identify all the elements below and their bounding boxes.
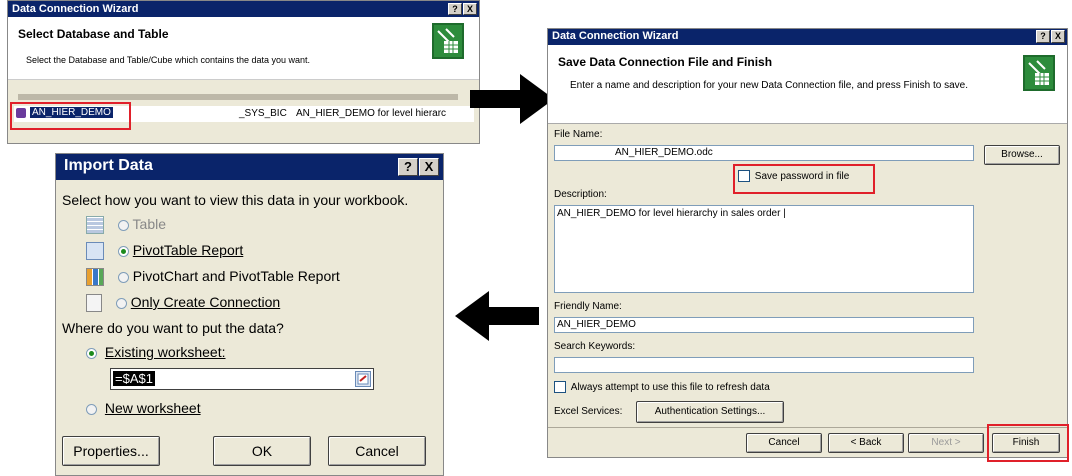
- existing-worksheet-option[interactable]: Existing worksheet:: [86, 344, 226, 360]
- always-refresh-label: Always attempt to use this file to refre…: [570, 381, 770, 393]
- location-question: Where do you want to put the data?: [62, 320, 284, 336]
- pivotchart-option[interactable]: PivotChart and PivotTable Report: [86, 268, 340, 287]
- save-connection-titlebar: Data Connection Wizard ? X: [548, 29, 1067, 45]
- select-database-header: Select Database and Table: [18, 27, 169, 41]
- wizard-plug-icon: [432, 23, 464, 59]
- close-button[interactable]: X: [1051, 30, 1065, 43]
- new-worksheet-option[interactable]: New worksheet: [86, 400, 201, 416]
- highlight-finish: [987, 424, 1069, 462]
- range-picker-icon[interactable]: [355, 371, 371, 387]
- friendly-name-input[interactable]: AN_HIER_DEMO: [554, 317, 974, 333]
- pivotchart-icon: [86, 268, 104, 287]
- highlight-save-password: [733, 164, 875, 194]
- range-input[interactable]: =$A$1: [110, 368, 374, 390]
- file-name-value: AN_HIER_DEMO.odc: [615, 147, 713, 158]
- save-connection-header: Save Data Connection File and Finish: [558, 55, 773, 69]
- connection-radio[interactable]: [115, 297, 127, 309]
- connection-option[interactable]: Only Create Connection: [86, 294, 281, 313]
- row-schema: _SYS_BIC: [239, 108, 287, 119]
- highlight-row: [10, 102, 131, 130]
- list-row-partial: [18, 94, 458, 100]
- file-name-input[interactable]: AN_HIER_DEMO.odc: [554, 145, 974, 161]
- close-button[interactable]: X: [463, 3, 477, 15]
- range-value: =$A$1: [113, 371, 155, 386]
- wizard-plug-icon: [1023, 55, 1055, 91]
- new-worksheet-radio[interactable]: [86, 403, 97, 415]
- view-question: Select how you want to view this data in…: [62, 192, 409, 208]
- pivottable-radio[interactable]: [117, 245, 129, 257]
- properties-button[interactable]: Properties...: [62, 436, 160, 466]
- next-button[interactable]: Next >: [908, 433, 984, 453]
- table-radio[interactable]: [117, 219, 129, 231]
- friendly-name-value: AN_HIER_DEMO: [557, 319, 636, 330]
- connection-icon: [86, 294, 102, 313]
- existing-worksheet-radio[interactable]: [86, 347, 97, 359]
- pivotchart-option-label: PivotChart and PivotTable Report: [132, 268, 340, 284]
- search-keywords-label: Search Keywords:: [554, 341, 636, 352]
- always-refresh-checkbox[interactable]: [554, 381, 566, 393]
- save-connection-title: Data Connection Wizard: [552, 30, 679, 42]
- new-worksheet-label: New worksheet: [104, 400, 201, 416]
- cancel-button[interactable]: Cancel: [328, 436, 426, 466]
- friendly-name-label: Friendly Name:: [554, 301, 622, 312]
- pivottable-icon: [86, 242, 104, 261]
- help-button[interactable]: ?: [1036, 30, 1050, 43]
- browse-button[interactable]: Browse...: [984, 145, 1060, 165]
- help-button[interactable]: ?: [448, 3, 462, 15]
- description-value: AN_HIER_DEMO for level hierarchy in sale…: [557, 208, 786, 219]
- search-keywords-input[interactable]: [554, 357, 974, 373]
- excel-services-label: Excel Services:: [554, 406, 623, 417]
- table-icon: [86, 216, 104, 235]
- back-button[interactable]: < Back: [828, 433, 904, 453]
- file-name-label: File Name:: [554, 129, 603, 140]
- import-data-dialog: Import Data ? X Select how you want to v…: [55, 153, 444, 476]
- cancel-button[interactable]: Cancel: [746, 433, 822, 453]
- save-connection-header-area: Save Data Connection File and Finish Ent…: [548, 45, 1067, 124]
- pivotchart-radio[interactable]: [117, 271, 129, 283]
- always-refresh-option[interactable]: Always attempt to use this file to refre…: [554, 381, 770, 393]
- save-connection-dialog: Data Connection Wizard ? X Save Data Con…: [547, 28, 1068, 458]
- authentication-settings-button[interactable]: Authentication Settings...: [636, 401, 784, 423]
- table-option[interactable]: Table: [86, 216, 166, 235]
- pivottable-option-label: PivotTable Report: [132, 242, 244, 258]
- table-option-label: Table: [132, 216, 166, 232]
- close-button[interactable]: X: [419, 158, 439, 176]
- select-database-title: Data Connection Wizard: [12, 3, 139, 15]
- import-data-titlebar: Import Data ? X: [56, 154, 443, 180]
- save-connection-subheader: Enter a name and description for your ne…: [570, 80, 968, 91]
- arrow-left-icon: [455, 291, 539, 344]
- row-description: AN_HIER_DEMO for level hierarc: [296, 108, 447, 119]
- select-database-header-area: Select Database and Table Select the Dat…: [8, 17, 479, 80]
- ok-button[interactable]: OK: [213, 436, 311, 466]
- import-data-title: Import Data: [64, 157, 153, 174]
- arrow-right-icon: [470, 74, 554, 127]
- connection-option-label: Only Create Connection: [130, 294, 281, 310]
- select-database-titlebar: Data Connection Wizard ? X: [8, 1, 479, 17]
- pivottable-option[interactable]: PivotTable Report: [86, 242, 244, 261]
- description-label: Description:: [554, 189, 607, 200]
- select-database-subheader: Select the Database and Table/Cube which…: [26, 55, 311, 65]
- description-textarea[interactable]: AN_HIER_DEMO for level hierarchy in sale…: [554, 205, 974, 293]
- help-button[interactable]: ?: [398, 158, 418, 176]
- existing-worksheet-label: Existing worksheet:: [104, 344, 226, 360]
